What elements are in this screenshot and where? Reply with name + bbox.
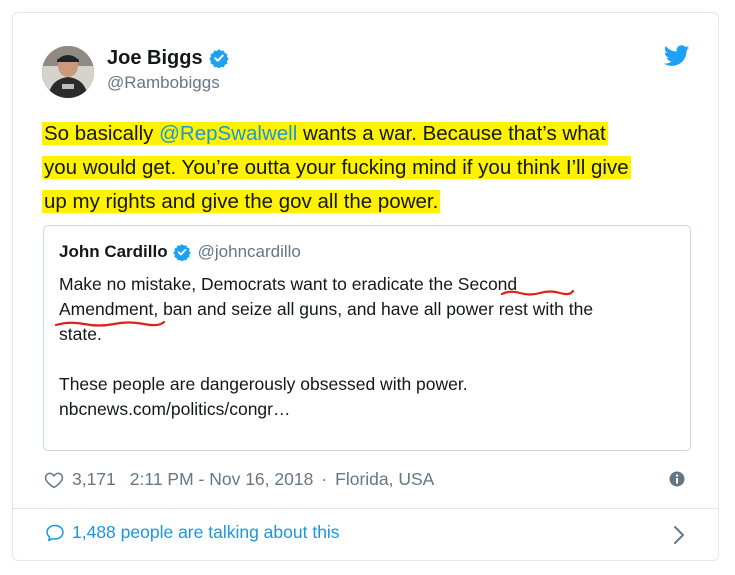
highlighted-line: you would get. You’re outta your fucking… xyxy=(42,156,631,179)
mention-link[interactable]: @RepSwalwell xyxy=(159,122,297,145)
author-name[interactable]: Joe Biggs xyxy=(107,47,203,70)
conversation-link[interactable]: 1,488 people are talking about this xyxy=(45,522,340,543)
quoted-tweet[interactable]: John Cardillo @johncardillo Make no mist… xyxy=(43,225,691,451)
highlighted-line: So basically @RepSwalwell wants a war. B… xyxy=(42,122,608,145)
like-count[interactable]: 3,171 xyxy=(72,469,116,490)
chevron-right-icon[interactable] xyxy=(672,524,686,546)
timestamp[interactable]: 2:11 PM - Nov 16, 2018 xyxy=(130,469,314,490)
quoted-author-handle: @johncardillo xyxy=(197,242,301,261)
red-underline-annotation xyxy=(500,289,575,296)
speech-bubble-icon xyxy=(46,524,64,541)
quoted-link[interactable]: nbcnews.com/politics/congr… xyxy=(59,397,674,422)
verified-icon xyxy=(172,244,191,261)
author-handle[interactable]: @Rambobiggs xyxy=(107,73,220,93)
tweet-text-segment: wants a war. Because that’s what xyxy=(297,122,606,145)
quoted-tweet-text: Make no mistake, Democrats want to eradi… xyxy=(59,272,674,422)
red-underline-annotation xyxy=(54,320,166,327)
verified-icon xyxy=(208,49,229,68)
avatar-image xyxy=(42,46,94,98)
quoted-line: Make no mistake, Democrats want to eradi… xyxy=(59,274,518,294)
divider xyxy=(12,508,719,509)
location[interactable]: Florida, USA xyxy=(335,469,434,490)
tweet-text: So basically @RepSwalwell wants a war. B… xyxy=(42,118,712,220)
info-icon[interactable] xyxy=(669,471,685,487)
highlighted-line: up my rights and give the gov all the po… xyxy=(42,190,441,213)
tweet-text-segment: So basically xyxy=(44,122,160,145)
twitter-bird-icon[interactable] xyxy=(664,45,690,67)
avatar[interactable] xyxy=(42,46,94,98)
quoted-line: These people are dangerously obsessed wi… xyxy=(59,374,468,394)
separator: · xyxy=(321,469,328,489)
quoted-author-name: John Cardillo xyxy=(59,242,168,261)
heart-icon[interactable] xyxy=(44,470,64,490)
conversation-count-text[interactable]: 1,488 people are talking about this xyxy=(72,522,340,543)
